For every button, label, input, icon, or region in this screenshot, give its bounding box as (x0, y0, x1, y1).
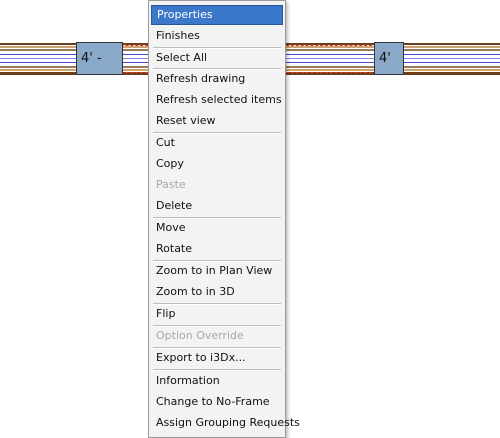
menu-item-finishes[interactable]: Finishes (151, 26, 283, 46)
drawing-canvas[interactable]: 4' - 4' Properties Finishes Select All R… (0, 0, 500, 438)
menu-item-refresh-drawing[interactable]: Refresh drawing (151, 69, 283, 89)
menu-item-zoom-plan-view[interactable]: Zoom to in Plan View (151, 261, 283, 281)
menu-item-select-all[interactable]: Select All (151, 48, 283, 68)
selection-outline (286, 72, 372, 73)
context-menu: Properties Finishes Select All Refresh d… (148, 0, 300, 438)
dimension-label-right[interactable]: 4' (374, 42, 404, 75)
menu-item-copy[interactable]: Copy (151, 154, 283, 174)
menu-item-information[interactable]: Information (151, 371, 283, 391)
menu-item-change-to-no-frame[interactable]: Change to No-Frame (151, 392, 283, 412)
menu-item-cut[interactable]: Cut (151, 133, 283, 153)
menu-item-rotate[interactable]: Rotate (151, 239, 283, 259)
menu-item-properties[interactable]: Properties (151, 5, 283, 25)
selection-outline (286, 45, 372, 46)
menu-item-assign-grouping-requests[interactable]: Assign Grouping Requests (151, 413, 300, 433)
menu-item-delete[interactable]: Delete (151, 196, 283, 216)
dimension-label-left[interactable]: 4' - (76, 42, 123, 75)
menu-item-option-override: Option Override (156, 329, 244, 342)
menu-item-reset-view[interactable]: Reset view (151, 111, 283, 131)
menu-item-move[interactable]: Move (151, 218, 283, 238)
menu-item-flip[interactable]: Flip (151, 304, 283, 324)
menu-item-refresh-selected-items[interactable]: Refresh selected items (151, 90, 283, 110)
menu-item-export-i3dx[interactable]: Export to i3Dx... (151, 348, 283, 368)
menu-item-zoom-3d[interactable]: Zoom to in 3D (151, 282, 283, 302)
menu-item-paste: Paste (156, 178, 186, 191)
